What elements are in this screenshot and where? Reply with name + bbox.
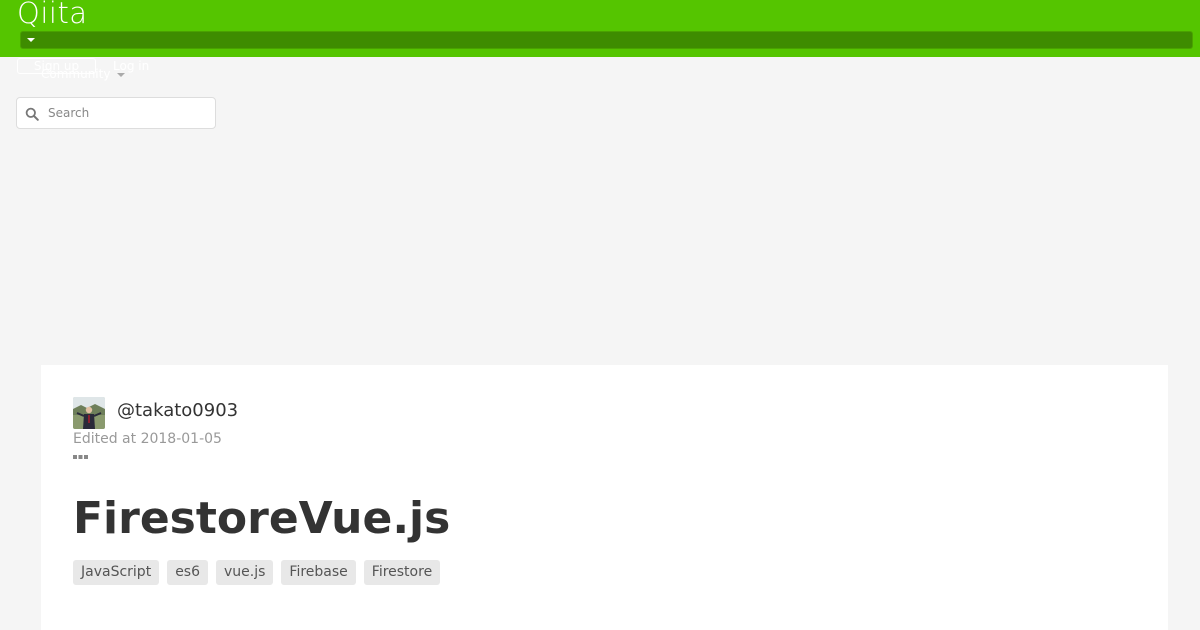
article-card: @takato0903 Edited at 2018-01-05 Firesto… [41, 365, 1168, 630]
edited-timestamp: Edited at 2018-01-05 [73, 431, 222, 447]
author-name[interactable]: @takato0903 [117, 399, 238, 423]
community-caret-down-icon [117, 73, 125, 77]
site-header: Qiita [0, 0, 1200, 57]
community-menu[interactable]: Community [41, 67, 110, 81]
search-icon [25, 107, 39, 121]
caret-down-icon [27, 38, 35, 42]
article-title: FirestoreVue.js [73, 493, 451, 544]
login-link[interactable]: Log in [113, 59, 149, 73]
more-icon[interactable] [73, 454, 89, 460]
avatar-image [73, 397, 105, 429]
tag-vuejs[interactable]: vue.js [216, 560, 274, 585]
tag-firestore[interactable]: Firestore [363, 560, 441, 585]
tag-firebase[interactable]: Firebase [281, 560, 356, 585]
qiita-logo[interactable]: Qiita [17, 0, 88, 30]
tag-es6[interactable]: es6 [167, 560, 209, 585]
search-input[interactable] [48, 98, 208, 128]
search-box[interactable] [16, 97, 216, 129]
header-dropdown-bar[interactable] [20, 31, 1193, 49]
tag-javascript[interactable]: JavaScript [73, 560, 160, 585]
tag-list: JavaScript es6 vue.js Firebase Firestore [73, 560, 441, 585]
author-avatar[interactable] [73, 397, 105, 429]
